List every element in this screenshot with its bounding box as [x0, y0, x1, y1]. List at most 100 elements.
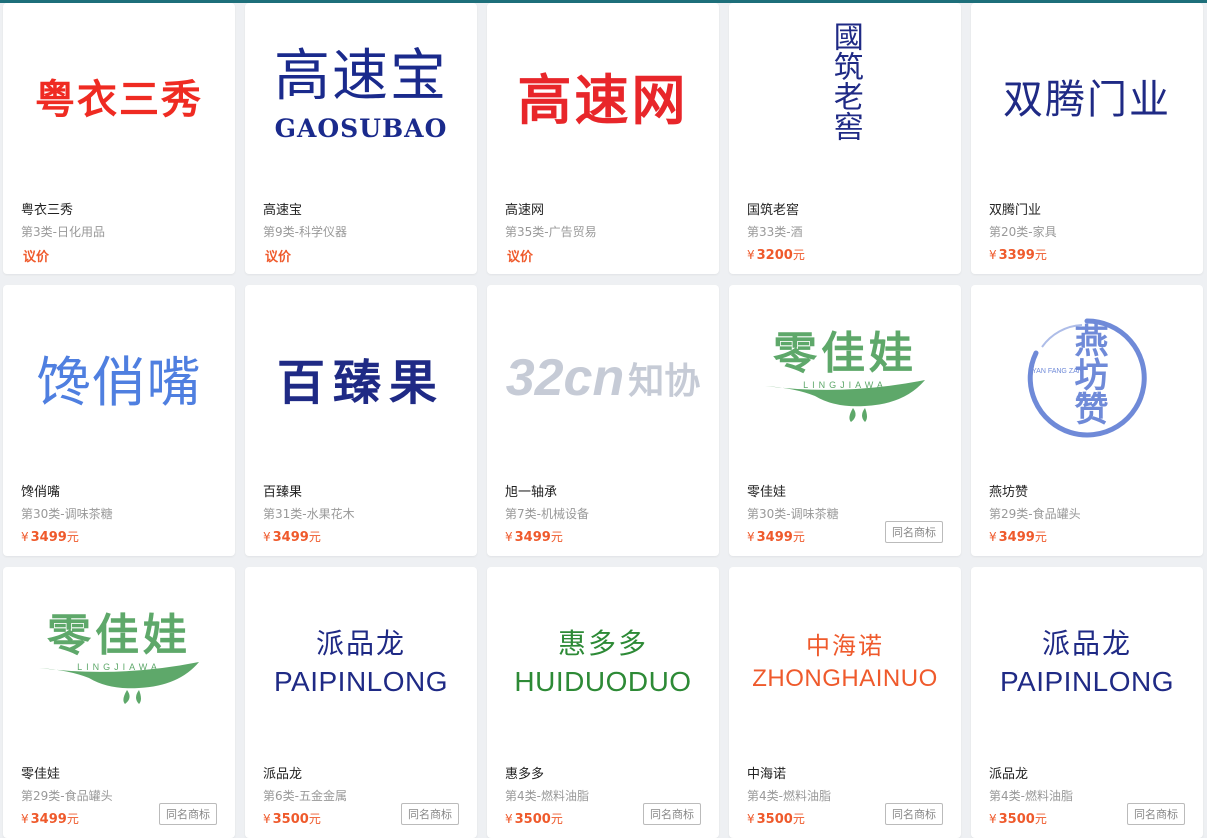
logo-text: 零佳娃 — [773, 328, 917, 378]
leaf-swoosh-icon: LINGJIAWA — [765, 379, 925, 422]
leaf-logo: 零佳娃 LINGJIAWA — [755, 328, 935, 424]
trademark-name: 中海诺 — [747, 767, 787, 782]
logo-pinyin: LINGJIAWA — [803, 380, 887, 390]
trademark-card[interactable]: 馋俏嘴 馋俏嘴 第30类-调味茶糖 ¥3499元 — [3, 285, 235, 556]
same-name-trademark-button[interactable]: 同名商标 — [885, 521, 943, 543]
logo-text: 馋俏嘴 — [36, 351, 202, 414]
trademark-name: 国筑老窖 — [747, 203, 800, 218]
leaf-logo: 零佳娃 LINGJIAWA — [29, 613, 209, 706]
trademark-name: 双腾门业 — [989, 203, 1042, 218]
same-name-trademark-button[interactable]: 同名商标 — [643, 803, 701, 825]
logo-text: 惠多多 — [557, 627, 648, 659]
logo-pinyin: ZHONGHAINUO — [752, 665, 938, 692]
two-line-logo: 派品龙 PAIPINLONG — [274, 622, 448, 698]
trademark-name: 馋俏嘴 — [21, 485, 61, 500]
trademark-card[interactable]: 國筑老窖 国筑老窖 第33类-酒 ¥3200元 — [729, 3, 961, 274]
two-line-logo: 惠多多 HUIDUODUO — [514, 622, 691, 698]
trademark-card[interactable]: 高速宝 GAOSUBAO 高速宝 第9类-科学仪器 议价 — [245, 3, 477, 274]
trademark-category: 第7类-机械设备 — [505, 507, 589, 521]
trademark-name: 零佳娃 — [747, 485, 787, 500]
trademark-card[interactable]: 中海诺 ZHONGHAINUO 中海诺 第4类-燃料油脂 ¥3500元 同名商标 — [729, 567, 961, 838]
leaf-swoosh-icon: LINGJIAWA — [39, 661, 199, 704]
logo-text: 國筑老窖 — [827, 21, 863, 141]
same-name-trademark-button[interactable]: 同名商标 — [159, 803, 217, 825]
trademark-category: 第33类-酒 — [747, 225, 803, 239]
trademark-logo: 國筑老窖 — [729, 3, 961, 188]
trademark-card[interactable]: 高速网 高速网 第35类-广告贸易 议价 — [487, 3, 719, 274]
logo-pinyin: HUIDUODUO — [514, 665, 692, 697]
trademark-logo: 百臻果 — [245, 285, 477, 470]
trademark-price: ¥3399元 — [989, 248, 1047, 263]
trademark-card[interactable]: 双腾门业 双腾门业 第20类-家具 ¥3399元 — [971, 3, 1203, 274]
trademark-name: 零佳娃 — [21, 767, 61, 782]
trademark-card[interactable]: 百臻果 百臻果 第31类-水果花木 ¥3499元 — [245, 285, 477, 556]
trademark-category: 第30类-调味茶糖 — [747, 507, 839, 521]
trademark-price: ¥3499元 — [263, 530, 321, 545]
trademark-card[interactable]: YAN FANG ZAN 燕坊赞 燕坊赞 第29类-食品罐头 ¥3499元 — [971, 285, 1203, 556]
trademark-logo: 高速网 — [487, 3, 719, 188]
trademark-name: 粤衣三秀 — [21, 203, 74, 218]
trademark-category: 第29类-食品罐头 — [989, 507, 1081, 521]
trademark-logo: 双腾门业 — [971, 3, 1203, 188]
trademark-logo: 馋俏嘴 — [3, 285, 235, 470]
trademark-price: ¥3499元 — [21, 812, 79, 827]
trademark-logo: 32cn 知协 — [487, 285, 719, 470]
trademark-logo: 零佳娃 LINGJIAWA — [3, 567, 235, 752]
trademark-name: 高速宝 — [263, 203, 303, 218]
trademark-price: ¥3500元 — [747, 812, 805, 827]
trademark-category: 第4类-燃料油脂 — [747, 789, 831, 803]
trademark-price: ¥3499元 — [989, 530, 1047, 545]
trademark-card[interactable]: 32cn 知协 旭一轴承 第7类-机械设备 ¥3499元 — [487, 285, 719, 556]
trademark-logo: 派品龙 PAIPINLONG — [245, 567, 477, 752]
trademark-category: 第30类-调味茶糖 — [21, 507, 113, 521]
trademark-category: 第3类-日化用品 — [21, 225, 105, 239]
logo-text: 中海诺 — [806, 633, 884, 660]
trademark-name: 派品龙 — [263, 767, 303, 782]
logo-pinyin: PAIPINLONG — [273, 665, 449, 697]
logo-number-text: 32cn — [505, 348, 625, 407]
same-name-trademark-button[interactable]: 同名商标 — [1127, 803, 1185, 825]
trademark-card[interactable]: 派品龙 PAIPINLONG 派品龙 第4类-燃料油脂 ¥3500元 同名商标 — [971, 567, 1203, 838]
trademark-price: ¥3500元 — [263, 812, 321, 827]
trademark-card[interactable]: 粤衣三秀 粤衣三秀 第3类-日化用品 议价 — [3, 3, 235, 274]
trademark-logo: 派品龙 PAIPINLONG — [971, 567, 1203, 752]
trademark-card[interactable]: 派品龙 PAIPINLONG 派品龙 第6类-五金金属 ¥3500元 同名商标 — [245, 567, 477, 838]
trademark-logo: 高速宝 GAOSUBAO — [245, 3, 477, 188]
trademark-price: ¥3500元 — [989, 812, 1047, 827]
trademark-logo: YAN FANG ZAN 燕坊赞 — [971, 285, 1203, 470]
logo-text: 高速宝 — [274, 44, 448, 107]
trademark-category: 第31类-水果花木 — [263, 507, 355, 521]
logo-text: 知协 — [628, 359, 701, 401]
logo-text: 燕坊赞 — [1068, 322, 1108, 425]
logo-pinyin: PAIPINLONG — [999, 665, 1175, 697]
logo-text: 粤衣三秀 — [35, 75, 203, 123]
trademark-logo: 零佳娃 LINGJIAWA — [729, 285, 961, 470]
trademark-category: 第29类-食品罐头 — [21, 789, 113, 803]
trademark-price: 议价 — [23, 250, 50, 265]
trademark-price: ¥3499元 — [505, 530, 563, 545]
trademark-category: 第4类-燃料油脂 — [505, 789, 589, 803]
trademark-price: ¥3499元 — [747, 530, 805, 545]
logo-subtext: GAOSUBAO — [274, 114, 448, 143]
trademark-category: 第35类-广告贸易 — [505, 225, 597, 239]
two-line-logo: 中海诺 ZHONGHAINUO — [752, 626, 938, 693]
trademark-grid: 粤衣三秀 粤衣三秀 第3类-日化用品 议价 高速宝 GAOSUBAO 高速宝 第… — [3, 3, 1203, 838]
trademark-card[interactable]: 惠多多 HUIDUODUO 惠多多 第4类-燃料油脂 ¥3500元 同名商标 — [487, 567, 719, 838]
logo-mark: 32cn 知协 — [506, 348, 701, 408]
trademark-price: 议价 — [507, 250, 534, 265]
trademark-name: 高速网 — [505, 203, 545, 218]
trademark-name: 旭一轴承 — [505, 485, 558, 500]
logo-text: 高速网 — [517, 71, 689, 131]
trademark-name: 派品龙 — [989, 767, 1029, 782]
trademark-price: 议价 — [265, 250, 292, 265]
trademark-category: 第20类-家具 — [989, 225, 1057, 239]
logo-text: 双腾门业 — [1003, 77, 1171, 122]
trademark-card[interactable]: 零佳娃 LINGJIAWA 零佳娃 第30类-调味茶糖 ¥3499元 同名商标 — [729, 285, 961, 556]
trademark-card[interactable]: 零佳娃 LINGJIAWA 零佳娃 第29类-食品罐头 ¥3499元 同名商标 — [3, 567, 235, 838]
trademark-logo: 粤衣三秀 — [3, 3, 235, 188]
circle-logo: YAN FANG ZAN 燕坊赞 — [1022, 313, 1152, 443]
same-name-trademark-button[interactable]: 同名商标 — [885, 803, 943, 825]
logo-text: 派品龙 — [315, 627, 406, 659]
trademark-category: 第6类-五金金属 — [263, 789, 347, 803]
same-name-trademark-button[interactable]: 同名商标 — [401, 803, 459, 825]
